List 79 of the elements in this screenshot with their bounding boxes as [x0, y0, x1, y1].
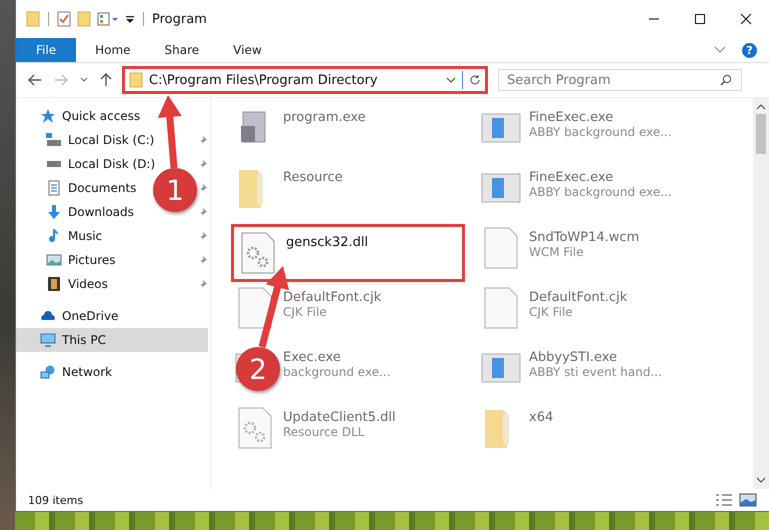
network-icon: [40, 364, 56, 380]
file-name[interactable]: UpdateClient5.dll: [283, 410, 396, 425]
file-name[interactable]: FineExec.exe: [529, 170, 672, 185]
nav-item[interactable]: Local Disk (D:): [16, 152, 156, 176]
back-icon[interactable]: [28, 74, 42, 86]
dropdown-icon[interactable]: [125, 13, 135, 25]
item-count: 109 items: [28, 494, 84, 506]
drive-icon: [46, 132, 62, 148]
nav-label: This PC: [62, 333, 106, 347]
file-name[interactable]: x64: [529, 410, 554, 425]
ribbon-tab[interactable]: View: [218, 38, 277, 62]
search-icon[interactable]: [720, 74, 732, 86]
star-icon: [40, 108, 56, 124]
chevron-icon[interactable]: [446, 76, 456, 84]
file-name[interactable]: gensck32.dll: [286, 235, 368, 250]
file-type: ABBY sti event hand...: [529, 365, 662, 379]
file-name[interactable]: SndToWP14.wcm: [529, 230, 640, 245]
up-arrow-icon[interactable]: [100, 73, 112, 87]
help-button[interactable]: ?: [742, 42, 757, 58]
scrollbar[interactable]: [753, 98, 769, 489]
file-type: CJK File: [529, 305, 574, 319]
ribbon-tab[interactable]: Share: [150, 38, 214, 62]
thumbnail-view-icon[interactable]: [739, 493, 757, 507]
nav-label: Downloads: [68, 205, 134, 219]
nav-item[interactable]: Documents: [16, 176, 136, 200]
nav-item[interactable]: Network: [16, 360, 208, 384]
file-name[interactable]: Resource: [283, 170, 343, 185]
nav-label: Music: [68, 229, 102, 243]
search-field[interactable]: Search Program: [498, 69, 742, 91]
file-name[interactable]: program.exe: [283, 110, 366, 125]
download-arrow-icon: [46, 204, 62, 220]
file-name[interactable]: DefaultFont.cjk: [283, 290, 382, 305]
file-type: background exe...: [283, 365, 391, 379]
refresh-icon[interactable]: [469, 74, 481, 86]
file-name[interactable]: FineExec.exe: [529, 110, 672, 125]
file-name[interactable]: Exec.exe: [283, 350, 391, 365]
nav-item[interactable]: OneDrive: [16, 304, 208, 328]
chevron-icon[interactable]: [756, 477, 766, 484]
nav-label: Videos: [68, 277, 108, 291]
ribbon-tab[interactable]: File: [16, 38, 76, 62]
nav-item[interactable]: Pictures: [16, 248, 116, 272]
film-icon: [46, 276, 62, 292]
file-type: Resource DLL: [283, 425, 366, 439]
nav-label: Network: [62, 365, 112, 379]
file-name[interactable]: AbbyySTI.exe: [529, 350, 662, 365]
minimize-icon[interactable]: [648, 18, 660, 20]
nav-item[interactable]: Videos: [16, 272, 108, 296]
nav-item[interactable]: This PC: [16, 328, 208, 352]
chevron-icon[interactable]: [756, 103, 766, 110]
window-title: Program: [152, 12, 207, 26]
file-type: ABBY background exe...: [529, 125, 672, 139]
file-type: CJK File: [283, 305, 328, 319]
nav-label: Documents: [68, 181, 136, 195]
properties-icon[interactable]: [97, 12, 119, 26]
chevron-icon[interactable]: [80, 77, 88, 83]
file-type: WCM File: [529, 245, 584, 259]
nav-item[interactable]: Downloads: [16, 200, 134, 224]
folder-icon: [129, 72, 143, 88]
nav-label: Quick access: [62, 109, 140, 123]
nav-label: Pictures: [68, 253, 116, 267]
file-type: ABBY background exe...: [529, 185, 672, 199]
document-icon: [46, 180, 62, 196]
nav-label: Local Disk (D:): [68, 157, 156, 171]
pc-icon: [40, 332, 56, 348]
picture-icon: [46, 252, 62, 268]
file-name[interactable]: DefaultFont.cjk: [529, 290, 628, 305]
nav-item[interactable]: Local Disk (C:): [16, 128, 154, 152]
nav-label: OneDrive: [62, 309, 118, 323]
nav-label: Local Disk (C:): [68, 133, 154, 147]
details-view-icon[interactable]: [715, 493, 733, 507]
ribbon-tab[interactable]: Home: [80, 38, 146, 62]
address-path: C:\Program Files\Program Directory: [149, 72, 379, 88]
nav-item[interactable]: Quick access: [16, 104, 208, 128]
scroll-thumb[interactable]: [756, 114, 766, 154]
nav-item[interactable]: Music: [16, 224, 102, 248]
close-icon[interactable]: [740, 13, 752, 25]
address-bar[interactable]: C:\Program Files\Program Directory: [122, 66, 488, 94]
maximize-icon[interactable]: [694, 13, 706, 25]
checklist-icon[interactable]: [57, 11, 71, 27]
